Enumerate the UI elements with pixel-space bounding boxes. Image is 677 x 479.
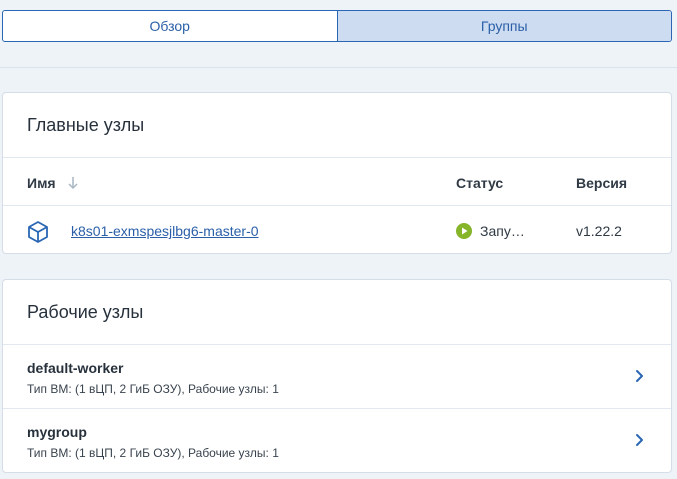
column-header-version: Версия	[576, 175, 628, 191]
worker-nodes-title: Рабочие узлы	[27, 302, 144, 322]
worker-group-row[interactable]: mygroup Тип ВМ: (1 вЦП, 2 ГиБ ОЗУ), Рабо…	[3, 409, 671, 473]
worker-group-description: Тип ВМ: (1 вЦП, 2 ГиБ ОЗУ), Рабочие узлы…	[27, 446, 279, 460]
master-node-version: v1.22.2	[576, 223, 622, 239]
column-header-status: Статус	[456, 175, 504, 191]
worker-nodes-card: Рабочие узлы default-worker Тип ВМ: (1 в…	[2, 279, 672, 473]
cube-icon	[28, 221, 48, 243]
arrow-down-icon[interactable]	[66, 175, 80, 191]
chevron-right-icon[interactable]	[635, 369, 645, 383]
master-nodes-title: Главные узлы	[27, 115, 145, 135]
divider	[3, 205, 671, 206]
column-header-name[interactable]: Имя	[27, 175, 56, 191]
play-circle-icon	[456, 223, 472, 239]
worker-group-description: Тип ВМ: (1 вЦП, 2 ГиБ ОЗУ), Рабочие узлы…	[27, 382, 279, 396]
worker-group-row[interactable]: default-worker Тип ВМ: (1 вЦП, 2 ГиБ ОЗУ…	[3, 345, 671, 409]
master-nodes-card: Главные узлы Имя Статус Версия k8s01-exm…	[2, 92, 672, 254]
divider	[0, 67, 677, 68]
tab-overview[interactable]: Обзор	[3, 11, 337, 41]
tab-groups[interactable]: Группы	[336, 11, 671, 41]
divider	[3, 157, 671, 158]
worker-group-name: mygroup	[27, 424, 87, 440]
chevron-right-icon[interactable]	[635, 433, 645, 447]
master-node-status: Запу…	[480, 223, 525, 239]
master-node-link[interactable]: k8s01-exmspesjlbg6-master-0	[71, 223, 259, 239]
worker-group-name: default-worker	[27, 360, 124, 376]
tab-bar: Обзор Группы	[2, 10, 672, 42]
